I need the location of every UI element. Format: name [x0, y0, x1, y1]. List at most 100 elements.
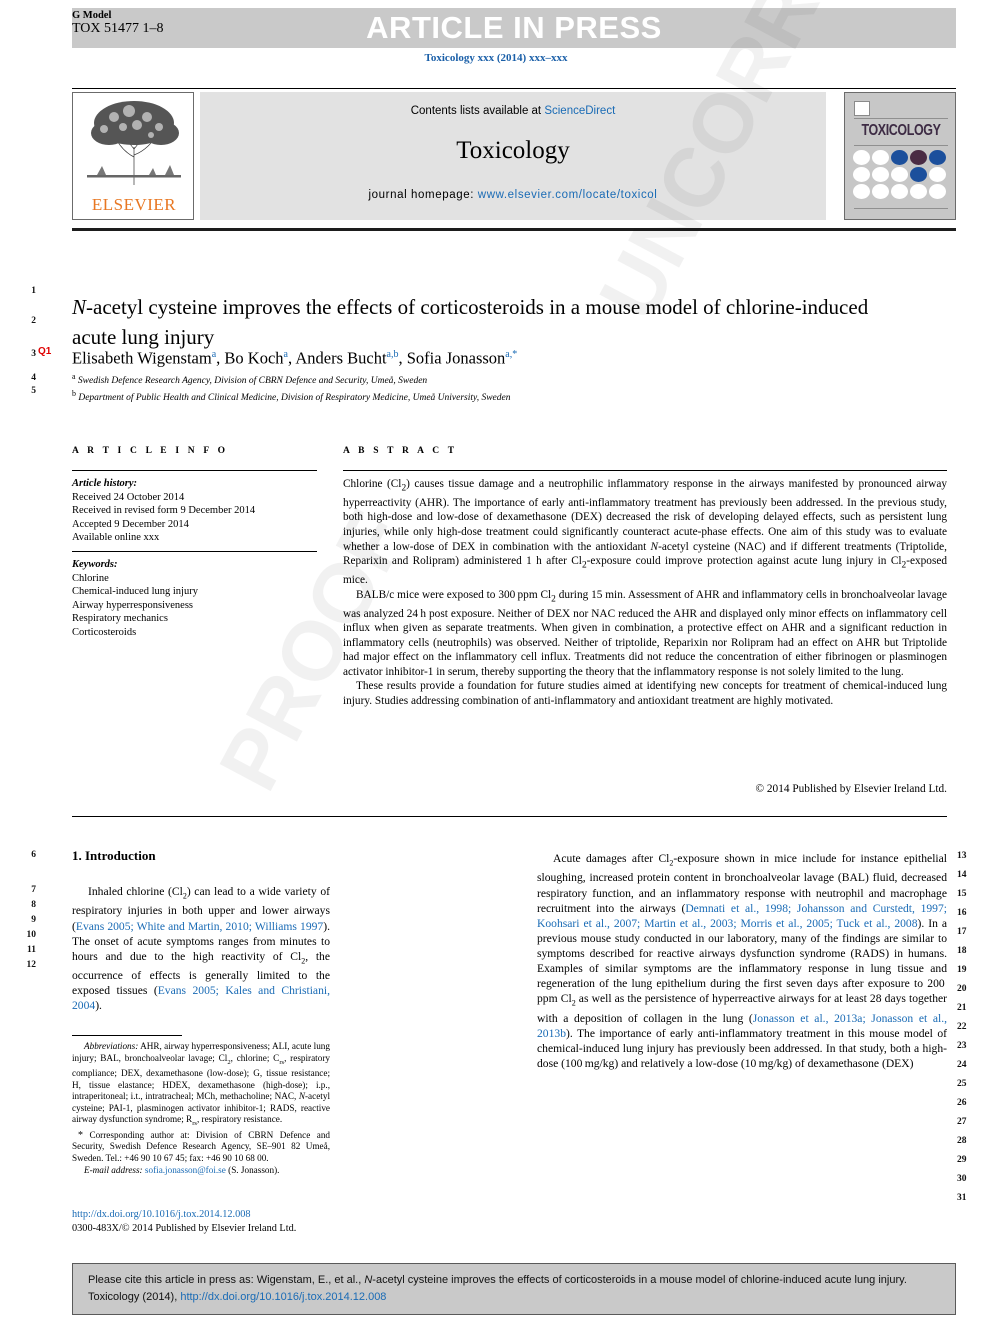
affil-marker-b: b [72, 388, 76, 398]
cover-rule-bottom [854, 208, 948, 209]
line-number: 23 [957, 1041, 967, 1051]
issn-copyright-line: 0300-483X/© 2014 Published by Elsevier I… [72, 1222, 297, 1234]
line-number: 22 [957, 1022, 967, 1032]
journal-reference: Toxicology xxx (2014) xxx–xxx [424, 52, 568, 64]
citation-link[interactable]: Evans 2005; White and Martin, 2010; Will… [76, 920, 323, 933]
author-affil-marker: a,* [505, 349, 518, 360]
footnote-rule [72, 1035, 182, 1036]
abstract-copyright: © 2014 Published by Elsevier Ireland Ltd… [755, 783, 948, 795]
cover-dot [910, 184, 927, 199]
affil-marker-a: a [72, 372, 76, 381]
affiliation-a-text: Swedish Defence Research Agency, Divisio… [77, 376, 428, 387]
line-number: 20 [957, 984, 967, 994]
affiliations: a Swedish Defence Research Agency, Divis… [72, 371, 892, 404]
section-heading-introduction: 1. Introduction [72, 848, 156, 863]
cover-dot [891, 184, 908, 199]
email-label: E-mail address: [84, 1164, 143, 1175]
history-item: Available online xxx [72, 532, 160, 543]
email-link[interactable]: sofia.jonasson@foi.se [145, 1165, 226, 1175]
citation-link[interactable]: Demnati et al., 1998; Johansson and Curs… [537, 902, 947, 930]
line-number: 16 [957, 908, 967, 918]
cover-dot-row [853, 167, 949, 182]
line-number: 25 [957, 1079, 967, 1089]
elsevier-logo-box: ELSEVIER [72, 92, 194, 220]
line-number: 30 [957, 1174, 967, 1184]
line-number: 2 [31, 316, 36, 326]
doi-link[interactable]: http://dx.doi.org/10.1016/j.tox.2014.12.… [72, 1208, 372, 1222]
line-number: 10 [26, 930, 37, 940]
abbreviations-label: Abbreviations: [84, 1041, 139, 1051]
sciencedirect-link[interactable]: ScienceDirect [544, 105, 615, 117]
article-in-press-label: ARTICLE IN PRESS [366, 10, 662, 45]
cover-dot [872, 167, 889, 182]
cover-dot [910, 167, 927, 182]
corresponding-author-note: * Corresponding author at: Division of C… [72, 1130, 330, 1165]
cover-dot [891, 167, 908, 182]
line-number: 29 [957, 1155, 967, 1165]
line-number: 12 [26, 960, 37, 970]
masthead-top-rule [72, 88, 956, 89]
query-tag-q1[interactable]: Q1 [38, 346, 51, 357]
article-info-heading: A R T I C L E I N F O [72, 446, 229, 456]
elsevier-tree-icon [87, 101, 181, 185]
line-number: 31 [957, 1193, 967, 1203]
history-item: Accepted 9 December 2014 [72, 518, 189, 530]
line-number: 8 [31, 900, 36, 910]
abstract-body: Chlorine (Cl2) causes tissue damage and … [343, 477, 947, 709]
cover-dot-row [853, 150, 949, 165]
line-number: 26 [957, 1098, 967, 1108]
line-number: 13 [957, 851, 967, 861]
cover-inner: TOXICOLOGY [850, 98, 950, 214]
contents-prefix: Contents lists available at [410, 105, 545, 117]
cover-dot [910, 150, 927, 165]
cover-dot [929, 184, 946, 199]
line-number: 1 [31, 286, 36, 296]
affiliation-b-text: Department of Public Health and Clinical… [78, 392, 511, 403]
cover-dot-row [853, 184, 949, 199]
line-number: 27 [957, 1117, 967, 1127]
journal-title: Toxicology [456, 137, 570, 164]
email-note: E-mail address: sofia.jonasson@foi.se (S… [72, 1165, 330, 1177]
intro-left-column: Inhaled chlorine (Cl2) can lead to a wid… [72, 884, 330, 1013]
citation-link[interactable]: Jonasson et al., 2013a; Jonasson et al.,… [537, 1012, 947, 1040]
author-affil-marker: a [211, 349, 217, 360]
line-number: 9 [31, 915, 36, 925]
cover-dot [929, 150, 946, 165]
history-item: Received 24 October 2014 [72, 491, 185, 503]
cover-dot [853, 150, 870, 165]
cover-dot [929, 167, 946, 182]
cover-dot-grid [853, 150, 949, 201]
masthead-bottom-rule [72, 228, 956, 231]
cover-publisher-icon [854, 101, 870, 116]
article-history-label: Article history: [72, 478, 138, 489]
affiliation-a: a Swedish Defence Research Agency, Divis… [72, 371, 892, 388]
abstract-paragraph-3: These results provide a foundation for f… [343, 680, 947, 708]
title-rest: -acetyl cysteine improves the effects of… [72, 295, 869, 350]
line-number: 14 [957, 870, 967, 880]
line-number: 11 [27, 945, 36, 955]
homepage-url[interactable]: www.elsevier.com/locate/toxicol [478, 189, 658, 201]
title-italic-prefix: N [72, 295, 87, 320]
citation-doi-link[interactable]: http://dx.doi.org/10.1016/j.tox.2014.12.… [180, 1291, 386, 1303]
line-number: 3 [31, 349, 36, 359]
cover-dot [872, 184, 889, 199]
line-number: 19 [957, 965, 967, 975]
line-number: 28 [957, 1136, 967, 1146]
keyword-item: Respiratory mechanics [72, 613, 168, 624]
line-number: 15 [957, 889, 967, 899]
line-number: 24 [957, 1060, 967, 1070]
masthead-center: Contents lists available at ScienceDirec… [200, 92, 826, 220]
citation-link[interactable]: Evans 2005; Kales and Christiani, 2004 [72, 984, 330, 1012]
line-number: 4 [31, 373, 36, 383]
cover-dot [853, 167, 870, 182]
intro-right-column: Acute damages after Cl2-exposure shown i… [537, 851, 947, 1071]
cover-dot [872, 150, 889, 165]
journal-homepage-line: journal homepage: www.elsevier.com/locat… [200, 189, 826, 201]
homepage-label: journal homepage: [368, 189, 478, 201]
elsevier-wordmark: ELSEVIER [91, 195, 177, 214]
keywords-label: Keywords: [72, 559, 118, 570]
journal-masthead: ELSEVIER Contents lists available at Sci… [72, 92, 956, 220]
keywords-block: Keywords: Chlorine Chemical-induced lung… [72, 558, 322, 639]
asterisk-icon: * [78, 1129, 83, 1141]
abstract-rule [343, 470, 947, 472]
